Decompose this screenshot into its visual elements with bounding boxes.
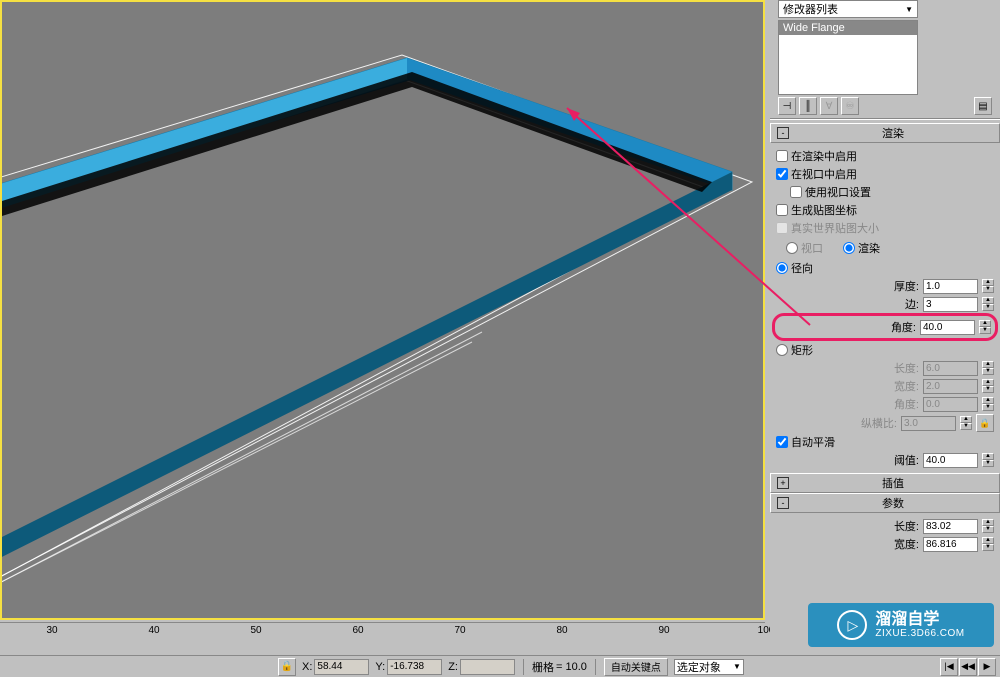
play-icon: ▷	[837, 610, 867, 640]
modifier-toolbar: ⊣ ║ ∀ ♾ ▤	[778, 97, 992, 115]
width-input[interactable]	[923, 537, 978, 552]
collapse-icon: -	[777, 127, 789, 139]
angle-spinner[interactable]: ▲▼	[979, 320, 991, 334]
aspect-lock-button[interactable]: 🔒	[976, 414, 994, 432]
length-spinner[interactable]: ▲▼	[982, 519, 994, 533]
width-spinner[interactable]: ▲▼	[982, 537, 994, 551]
enable-in-viewport-check[interactable]: 在视口中启用	[776, 165, 994, 183]
viewport-ruler: 30 40 50 60 70 80 90 100	[0, 622, 765, 642]
thickness-spinner[interactable]: ▲▼	[982, 279, 994, 293]
sides-input[interactable]	[923, 297, 978, 312]
real-world-map-check: 真实世界贴图大小	[776, 219, 994, 237]
rollout-params-title: 参数	[793, 495, 993, 511]
watermark-logo: ▷ 溜溜自学 ZIXUE.3D66.COM	[808, 603, 994, 647]
show-end-result-button[interactable]: ║	[799, 97, 817, 115]
rollout-params-header[interactable]: - 参数	[770, 493, 1000, 513]
x-input[interactable]	[314, 659, 369, 675]
rect-length-row: 长度: ▲▼	[776, 359, 994, 377]
length-input[interactable]	[923, 519, 978, 534]
chevron-down-icon: ▼	[733, 662, 741, 671]
length-row: 长度: ▲▼	[776, 517, 994, 535]
threshold-input[interactable]	[923, 453, 978, 468]
x-coord: X:	[302, 659, 369, 675]
modifier-item[interactable]: Wide Flange	[779, 21, 917, 35]
collapse-icon: -	[777, 497, 789, 509]
rectangular-radio[interactable]: 矩形	[776, 341, 994, 359]
auto-key-button[interactable]: 自动关键点	[604, 658, 668, 676]
rect-length-input	[923, 361, 978, 376]
transport-controls: |◀ ◀◀ ▶	[940, 658, 996, 676]
aspect-input	[901, 416, 956, 431]
angle-highlight: 角度: ▲▼	[772, 313, 998, 341]
expand-icon: +	[777, 477, 789, 489]
rect-angle-row: 角度: ▲▼	[776, 395, 994, 413]
pin-stack-button[interactable]: ⊣	[778, 97, 796, 115]
configure-sets-button[interactable]: ▤	[974, 97, 992, 115]
key-filter-dropdown[interactable]: 选定对象 ▼	[674, 659, 744, 675]
chevron-down-icon: ▼	[905, 5, 913, 14]
use-viewport-settings-check[interactable]: 使用视口设置	[776, 183, 994, 201]
rollout-render-title: 渲染	[793, 125, 993, 141]
prev-frame-button[interactable]: ◀◀	[959, 658, 977, 676]
auto-smooth-check[interactable]: 自动平滑	[776, 433, 994, 451]
threshold-row: 阈值: ▲▼	[776, 451, 994, 469]
rect-width-spinner: ▲▼	[982, 379, 994, 393]
rect-width-row: 宽度: ▲▼	[776, 377, 994, 395]
rect-angle-spinner: ▲▼	[982, 397, 994, 411]
aspect-spinner: ▲▼	[960, 416, 972, 430]
rollout-render-header[interactable]: - 渲染	[770, 123, 1000, 143]
generate-mapping-check[interactable]: 生成贴图坐标	[776, 201, 994, 219]
angle-row: 角度: ▲▼	[779, 318, 991, 336]
y-input[interactable]	[387, 659, 442, 675]
angle-input[interactable]	[920, 320, 975, 335]
enable-in-render-check[interactable]: 在渲染中启用	[776, 147, 994, 165]
mode-radio-group: 视口 渲染	[776, 237, 994, 259]
sides-row: 边: ▲▼	[776, 295, 994, 313]
make-unique-button[interactable]: ∀	[820, 97, 838, 115]
viewport-content	[2, 2, 763, 618]
modifier-dropdown-label: 修改器列表	[783, 1, 838, 17]
rollout-params-body: 长度: ▲▼ 宽度: ▲▼	[770, 513, 1000, 557]
radial-radio[interactable]: 径向	[776, 259, 994, 277]
sides-spinner[interactable]: ▲▼	[982, 297, 994, 311]
rect-angle-input	[923, 397, 978, 412]
status-bar: 🔒 X: Y: Z: 栅格 = 10.0 自动关键点 选定对象 ▼ |◀ ◀◀ …	[0, 655, 1000, 677]
y-coord: Y:	[375, 659, 442, 675]
play-button[interactable]: ▶	[978, 658, 996, 676]
rollout-interp-header[interactable]: + 插值	[770, 473, 1000, 493]
rollout-interp-title: 插值	[793, 475, 993, 491]
threshold-spinner[interactable]: ▲▼	[982, 453, 994, 467]
remove-modifier-button[interactable]: ♾	[841, 97, 859, 115]
viewport-3d[interactable]	[0, 0, 765, 620]
z-coord: Z:	[448, 659, 515, 675]
width-row: 宽度: ▲▼	[776, 535, 994, 553]
render-radio[interactable]: 渲染	[843, 239, 880, 257]
goto-start-button[interactable]: |◀	[940, 658, 958, 676]
grid-status: 栅格 = 10.0	[532, 659, 587, 675]
lock-button[interactable]: 🔒	[278, 658, 296, 676]
thickness-input[interactable]	[923, 279, 978, 294]
modifier-list-dropdown[interactable]: 修改器列表 ▼	[778, 0, 918, 18]
side-panel: 修改器列表 ▼ Wide Flange ⊣ ║ ∀ ♾ ▤ - 渲染 在渲染中启…	[770, 0, 1000, 677]
logo-title: 溜溜自学	[875, 611, 964, 629]
rollout-render-body: 在渲染中启用 在视口中启用 使用视口设置 生成贴图坐标 真实世界贴图大小 视口 …	[770, 143, 1000, 473]
rect-width-input	[923, 379, 978, 394]
aspect-row: 纵横比: ▲▼ 🔒	[776, 413, 994, 433]
thickness-row: 厚度: ▲▼	[776, 277, 994, 295]
viewport-radio[interactable]: 视口	[786, 239, 823, 257]
logo-subtitle: ZIXUE.3D66.COM	[875, 628, 964, 639]
modifier-stack[interactable]: Wide Flange	[778, 20, 918, 95]
z-input[interactable]	[460, 659, 515, 675]
rect-length-spinner: ▲▼	[982, 361, 994, 375]
